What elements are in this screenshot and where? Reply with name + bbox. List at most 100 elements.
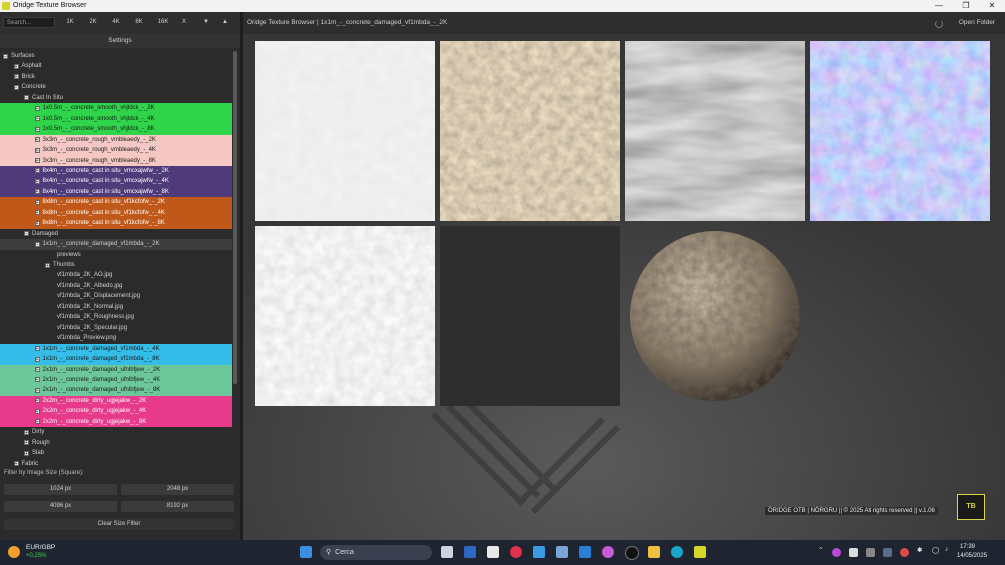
expand-icon[interactable]: +: [34, 367, 40, 373]
expand-icon[interactable]: +: [34, 387, 40, 393]
tray-app-icon[interactable]: [832, 548, 841, 557]
sort-up-icon[interactable]: ▲: [219, 17, 231, 28]
tree-row[interactable]: − Damaged: [0, 229, 232, 240]
expand-icon[interactable]: +: [13, 74, 19, 80]
tree-row[interactable]: vf1mbda_2K_AO.jpg: [0, 270, 232, 281]
collapse-icon[interactable]: −: [3, 53, 8, 59]
expand-icon[interactable]: +: [34, 126, 40, 132]
expand-icon[interactable]: +: [13, 461, 19, 467]
tree-row[interactable]: −1x1m_-_concrete_damaged_vf1mbda_-_2K: [0, 239, 232, 250]
tree-row[interactable]: +1x1m_-_concrete_damaged_vf1mbda_-_8K: [0, 354, 232, 365]
tree-row[interactable]: +8x8m_-_concrete_cast in situ_vf1kcfofw_…: [0, 218, 232, 229]
sort-down-icon[interactable]: ▼: [200, 17, 212, 28]
collapse-icon[interactable]: −: [24, 95, 29, 101]
collapse-icon[interactable]: −: [24, 231, 29, 237]
normal-texture-thumbnail[interactable]: [810, 41, 990, 221]
tree-row[interactable]: + Slab: [0, 448, 232, 459]
clear-filter-x-button[interactable]: X: [179, 17, 189, 28]
widget-label[interactable]: EUR/GBP: [26, 544, 55, 551]
expand-icon[interactable]: +: [34, 199, 40, 205]
roughness-texture-thumbnail[interactable]: [255, 226, 435, 406]
edge-browser-icon[interactable]: [671, 546, 683, 558]
media-icon[interactable]: [510, 546, 522, 558]
tray-app-icon-3[interactable]: [866, 548, 875, 557]
tree-row[interactable]: + Brick: [0, 72, 232, 83]
filter-4k-button[interactable]: 4K: [109, 17, 123, 28]
tree-row[interactable]: − Concrete: [0, 82, 232, 93]
tree-row[interactable]: +2x2m_-_concrete_dirty_ugjejakw_-_8K: [0, 416, 232, 428]
expand-icon[interactable]: +: [45, 262, 50, 268]
size-1024-button[interactable]: 1024 px: [4, 484, 117, 495]
expand-icon[interactable]: +: [24, 440, 29, 446]
tree-row[interactable]: +1x1m_-_concrete_damaged_vf1mbda_-_4K: [0, 343, 232, 355]
expand-icon[interactable]: +: [34, 189, 40, 195]
expand-icon[interactable]: +: [34, 346, 40, 352]
tree-row[interactable]: vf1mbda_2K_Normal.jpg: [0, 302, 232, 313]
maximize-button[interactable]: ❐: [953, 0, 979, 12]
tray-app-icon-2[interactable]: [849, 548, 858, 557]
specular-texture-thumbnail[interactable]: [440, 226, 620, 406]
expand-icon[interactable]: +: [34, 419, 40, 425]
collapse-icon[interactable]: −: [13, 84, 19, 90]
wifi-icon[interactable]: ◯: [932, 546, 939, 554]
tree-row[interactable]: − Surfaces: [0, 51, 232, 62]
tree-row[interactable]: vf1mbda_2K_Roughness.jpg: [0, 312, 232, 323]
app-icon-2[interactable]: [464, 546, 476, 558]
file-explorer-icon[interactable]: [648, 546, 660, 558]
refresh-icon[interactable]: [935, 20, 943, 28]
tree-row[interactable]: + Dirty: [0, 427, 232, 438]
tree-row[interactable]: previews: [0, 250, 232, 261]
tree-row[interactable]: +3x3m_-_concrete_rough_vmbleaedy_-_2K: [0, 134, 232, 146]
tree-row[interactable]: +2x1m_-_concrete_damaged_ufnlbfjew_-_8K: [0, 385, 232, 396]
tree-row[interactable]: vf1mbda_2K_Albedo.jpg: [0, 281, 232, 292]
expand-icon[interactable]: +: [34, 116, 40, 122]
expand-icon[interactable]: +: [34, 408, 40, 414]
taskbar-search[interactable]: ⚲ Cerca: [320, 545, 432, 560]
tree-row[interactable]: + Fabric: [0, 459, 232, 467]
expand-icon[interactable]: +: [34, 137, 40, 143]
tree-row[interactable]: +8x8m_-_concrete_cast in situ_vf1kcfofw_…: [0, 197, 232, 208]
tree-row[interactable]: vf1mbda_Preview.png: [0, 333, 232, 344]
tree-row[interactable]: +8x4m_-_concrete_cast in situ_vmcxajwfw_…: [0, 186, 232, 198]
tree-row[interactable]: + Asphalt: [0, 61, 232, 72]
weather-widget-icon[interactable]: [8, 546, 20, 558]
expand-icon[interactable]: +: [34, 147, 40, 153]
texture-browser-taskbar-icon[interactable]: [694, 546, 706, 558]
tree-row[interactable]: +2x2m_-_concrete_dirty_ugjejakw_-_2K: [0, 395, 232, 407]
expand-icon[interactable]: +: [34, 210, 40, 216]
volume-icon[interactable]: ♪: [945, 546, 948, 553]
expand-icon[interactable]: +: [34, 377, 40, 383]
tree-row[interactable]: +8x4m_-_concrete_cast in situ_vmcxajwfw_…: [0, 165, 232, 177]
app-icon-5[interactable]: [533, 546, 545, 558]
open-folder-button[interactable]: Open Folder: [959, 12, 995, 34]
store-icon[interactable]: [487, 546, 499, 558]
tree-row[interactable]: +3x3m_-_concrete_rough_vmbleaedy_-_4K: [0, 145, 232, 156]
filter-8k-button[interactable]: 8K: [132, 17, 146, 28]
expand-icon[interactable]: +: [34, 356, 40, 362]
size-8192-button[interactable]: 8192 px: [121, 501, 234, 512]
bluetooth-icon[interactable]: ✱: [917, 546, 922, 554]
search-input[interactable]: Search...: [3, 17, 55, 28]
tree-row[interactable]: +1x0.5m_-_concrete_smooth_vhjldck_-_2K: [0, 103, 232, 114]
clear-size-filter-button[interactable]: Clear Size Filter: [4, 519, 234, 530]
task-view-icon[interactable]: [441, 546, 453, 558]
tree-row[interactable]: +2x1m_-_concrete_damaged_ufnlbfjew_-_2K: [0, 364, 232, 375]
expand-icon[interactable]: +: [24, 450, 29, 456]
expand-icon[interactable]: +: [24, 429, 29, 435]
expand-icon[interactable]: +: [13, 63, 19, 69]
filter-2k-button[interactable]: 2K: [86, 17, 100, 28]
tree-row[interactable]: +2x1m_-_concrete_damaged_ufnlbfjew_-_4K: [0, 374, 232, 386]
expand-icon[interactable]: +: [34, 105, 40, 111]
expand-icon[interactable]: +: [34, 178, 40, 184]
tree-row[interactable]: +1x0.5m_-_concrete_smooth_vhjldck_-_8K: [0, 124, 232, 135]
tree-row[interactable]: +1x0.5m_-_concrete_smooth_vhjldck_-_4K: [0, 113, 232, 125]
expand-icon[interactable]: +: [34, 168, 40, 174]
tree-row[interactable]: +8x8m_-_concrete_cast in situ_vf1kcfofw_…: [0, 207, 232, 219]
size-4096-button[interactable]: 4096 px: [4, 501, 117, 512]
clock-date[interactable]: 14/05/2025: [957, 553, 987, 559]
preview-sphere-thumbnail[interactable]: [625, 226, 805, 406]
tree-row[interactable]: + Rough: [0, 438, 232, 449]
tree-row[interactable]: vf1mbda_2K_Displacement.jpg: [0, 291, 232, 302]
albedo-texture-thumbnail[interactable]: [440, 41, 620, 221]
app-icon-9[interactable]: [625, 546, 639, 560]
